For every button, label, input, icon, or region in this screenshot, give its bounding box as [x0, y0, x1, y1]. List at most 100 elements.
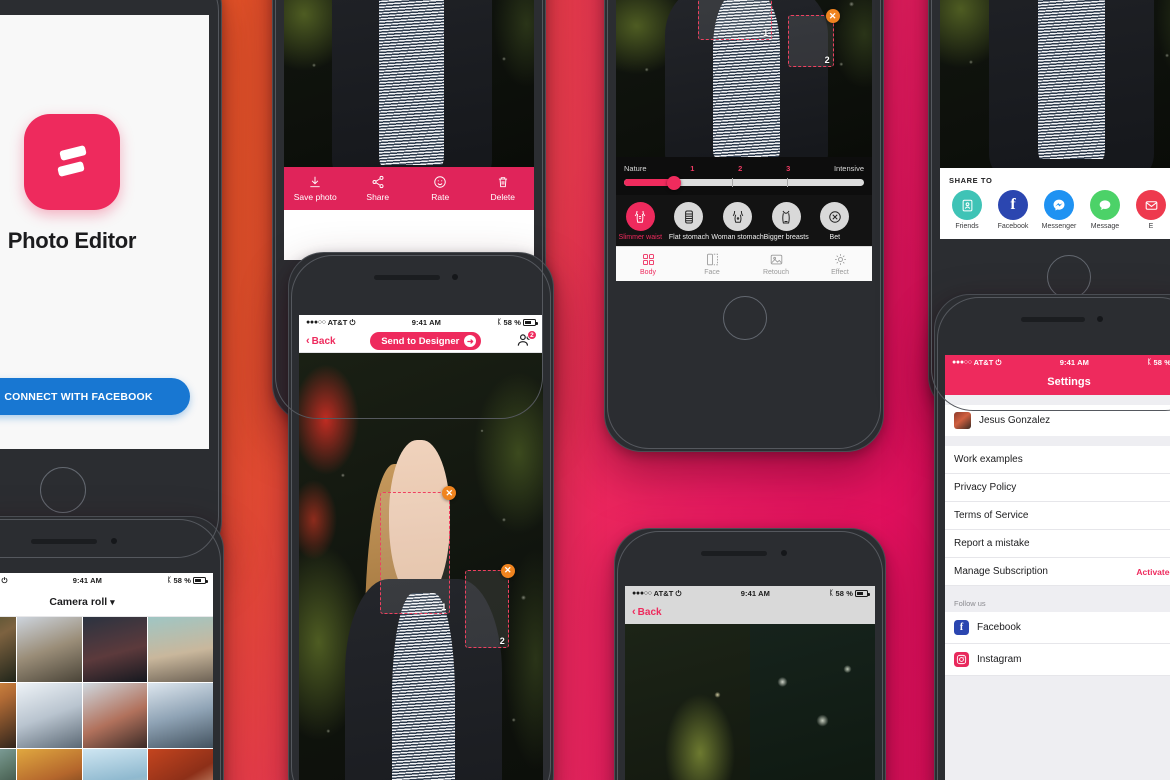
gallery-title-dropdown[interactable]: Camera roll ▾	[0, 596, 213, 608]
image-icon	[770, 254, 782, 265]
wifi-icon: ⏻	[349, 317, 356, 327]
status-right: ᛕ 58 %	[1147, 358, 1170, 367]
close-circle-icon[interactable]: ✕	[825, 9, 840, 24]
settings-row-privacy-policy[interactable]: Privacy Policy ›	[945, 474, 1170, 502]
gallery-thumb[interactable]	[148, 617, 213, 682]
status-left: ●●●○○ AT&T ⏻	[0, 576, 8, 586]
gallery-thumb[interactable]	[16, 682, 82, 748]
gallery-grid[interactable]	[0, 617, 213, 780]
slider-notch	[787, 178, 789, 187]
settings-row-instagram[interactable]: Instagram ›	[945, 644, 1170, 676]
battery-icon	[523, 319, 538, 326]
bluetooth-icon: ᛕ	[167, 577, 172, 584]
close-circle-icon[interactable]: ✕	[500, 563, 515, 578]
collaborators-button[interactable]: 2	[516, 330, 537, 349]
subject-shirt	[379, 0, 444, 166]
editor-tabbar[interactable]: Body Face Retouch Effect	[616, 246, 872, 281]
status-left: ●●●○○ AT&T ⏻	[952, 358, 1002, 368]
connect-with-facebook-button[interactable]: f CONNECT WITH FACEBOOK	[0, 378, 190, 415]
share-sheet-panel: SHARE TO Friends f Facebook Messenger Me…	[940, 168, 1170, 239]
gallery-thumb[interactable]	[82, 748, 148, 780]
tab-face[interactable]: Face	[680, 247, 744, 281]
gallery-thumb[interactable]	[0, 682, 16, 748]
tab-label: Face	[704, 269, 720, 276]
photo-subject	[989, 0, 1155, 168]
share-target-facebook[interactable]: f Facebook	[993, 190, 1033, 230]
share-button[interactable]: Share	[347, 167, 410, 210]
back-button[interactable]: ‹ Back	[632, 606, 662, 619]
tool-better-legs[interactable]: Bet	[811, 202, 860, 241]
earpiece-speaker	[374, 275, 440, 280]
rate-button[interactable]: Rate	[409, 167, 472, 210]
delete-button[interactable]: Delete	[472, 167, 535, 210]
editor-photo[interactable]: ✕ 1 ✕ 2	[616, 0, 872, 157]
chevron-left-icon: ‹	[632, 606, 636, 618]
editor-photo[interactable]: ✕ 1 ✕ 2	[299, 353, 543, 780]
home-button[interactable]	[40, 467, 86, 513]
share-photo	[940, 0, 1170, 168]
subscription-status-badge: Activated	[1136, 566, 1170, 577]
share-target-message[interactable]: Message	[1085, 190, 1125, 230]
share-label: Friends	[955, 223, 979, 230]
settings-row-work-examples[interactable]: Work examples ›	[945, 446, 1170, 474]
result-action-bar: Save photo Share Rate Delete	[284, 167, 534, 210]
slider-knob[interactable]	[667, 175, 682, 190]
row-label: Instagram	[977, 654, 1022, 665]
selection-box-1[interactable]: ✕ 1	[379, 486, 457, 615]
settings-row-manage-subscription[interactable]: Manage Subscription Activated ›	[945, 558, 1170, 586]
gallery-thumb[interactable]	[16, 748, 82, 780]
gallery-thumb[interactable]	[148, 748, 213, 780]
flat-stomach-icon	[674, 202, 704, 231]
app-name: Photo Editor	[7, 228, 137, 254]
gallery-thumb[interactable]	[82, 682, 148, 748]
row-label: Terms of Service	[954, 510, 1029, 521]
gallery-thumb[interactable]	[0, 617, 16, 682]
user-row[interactable]: Jesus Gonzalez	[945, 405, 1170, 436]
back-button[interactable]: ‹ Back	[306, 335, 336, 347]
gallery-thumb[interactable]	[0, 748, 16, 780]
status-bar: ●●●○○ AT&T ⏻ 9:41 AM ᛕ 58 %	[945, 355, 1170, 370]
save-photo-button[interactable]: Save photo	[284, 167, 347, 210]
share-target-friends[interactable]: Friends	[947, 190, 987, 230]
tool-bigger-breasts[interactable]: Bigger breasts	[762, 202, 811, 241]
gallery-thumb[interactable]	[82, 617, 148, 682]
subject-shirt	[391, 593, 456, 780]
intensity-slider[interactable]	[624, 175, 864, 190]
tool-flat-stomach[interactable]: Flat stomach	[665, 202, 714, 241]
tool-woman-stomach[interactable]: Woman stomach	[711, 202, 764, 241]
share-targets-row[interactable]: Friends f Facebook Messenger Message E	[940, 190, 1170, 239]
settings-row-facebook[interactable]: f Facebook ›	[945, 612, 1170, 644]
face-crop-icon	[706, 253, 718, 266]
gallery-thumb[interactable]	[148, 682, 213, 748]
send-to-designer-button[interactable]: Send to Designer ➜	[370, 332, 482, 350]
clock: 9:41 AM	[1059, 358, 1089, 367]
instagram-icon	[954, 652, 969, 667]
tab-label: Body	[640, 269, 656, 276]
tool-slimmer-waist[interactable]: Slimmer waist	[616, 202, 665, 241]
gallery-header: Camera roll ▾	[0, 588, 213, 617]
editor-navbar: ‹ Back Send to Designer ➜ 2	[299, 330, 543, 353]
body-tools-strip[interactable]: Slimmer waist Flat stomach Woman stomach…	[616, 195, 872, 246]
battery-percent: 58 %	[835, 589, 853, 598]
tab-retouch[interactable]: Retouch	[744, 247, 808, 281]
settings-row-terms-of-service[interactable]: Terms of Service ›	[945, 502, 1170, 530]
woman-stomach-icon	[723, 202, 753, 231]
home-button[interactable]	[723, 296, 767, 340]
tab-effect[interactable]: Effect	[808, 247, 872, 281]
share-label: Messenger	[1041, 223, 1077, 230]
wifi-icon: ⏻	[995, 357, 1002, 367]
share-target-email[interactable]: E	[1131, 190, 1170, 230]
selection-box-1[interactable]: ✕ 1	[697, 0, 773, 40]
share-target-messenger[interactable]: Messenger	[1039, 190, 1079, 230]
selection-box-2[interactable]: ✕ 2	[787, 9, 840, 67]
selection-box-2[interactable]: ✕ 2	[464, 563, 515, 648]
tab-body[interactable]: Body	[616, 247, 680, 281]
selection-number: 2	[824, 54, 830, 65]
settings-screen: ●●●○○ AT&T ⏻ 9:41 AM ᛕ 58 % Settings Jes…	[945, 355, 1170, 780]
home-button[interactable]	[1047, 255, 1091, 299]
download-icon	[308, 174, 322, 189]
settings-row-report-a-mistake[interactable]: Report a mistake ›	[945, 530, 1170, 558]
tool-label: Woman stomach	[711, 234, 764, 241]
gallery-thumb[interactable]	[16, 617, 82, 682]
user-name: Jesus Gonzalez	[979, 415, 1051, 426]
